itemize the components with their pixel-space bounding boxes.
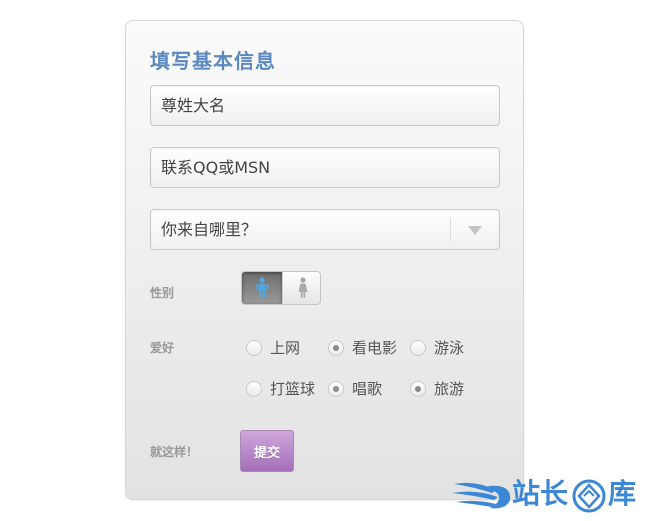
submit-label: 就这样！ bbox=[150, 445, 199, 459]
hobby-radio-checked[interactable] bbox=[410, 381, 426, 397]
contact-field[interactable]: 联系QQ或MSN bbox=[150, 147, 500, 188]
radio-dot bbox=[333, 345, 339, 351]
form-card: 填写基本信息 尊姓大名 联系QQ或MSN 你来自哪里？ 性别 爱好 上网 看电影… bbox=[125, 20, 524, 500]
gender-female-button[interactable] bbox=[282, 272, 320, 304]
radio-dot bbox=[333, 386, 339, 392]
chevron-down-icon[interactable] bbox=[468, 226, 482, 235]
hobby-option[interactable]: 游泳 bbox=[410, 339, 474, 359]
gender-toggle bbox=[241, 271, 321, 305]
hobby-label: 爱好 bbox=[150, 341, 175, 355]
hobby-option[interactable]: 唱歌 bbox=[328, 380, 392, 400]
hobby-radio[interactable] bbox=[246, 340, 262, 356]
hobby-radio[interactable] bbox=[246, 381, 262, 397]
hobby-radio[interactable] bbox=[410, 340, 426, 356]
form-title: 填写基本信息 bbox=[150, 49, 276, 73]
name-field[interactable]: 尊姓大名 bbox=[150, 85, 500, 126]
name-field-value: 尊姓大名 bbox=[161, 96, 226, 115]
hobby-option[interactable]: 上网 bbox=[246, 339, 310, 359]
submit-button[interactable]: 提交 bbox=[240, 430, 294, 472]
radio-dot bbox=[415, 386, 421, 392]
hobby-option-label: 打篮球 bbox=[270, 380, 316, 398]
hobby-option-label: 游泳 bbox=[434, 339, 465, 357]
hobby-option-label: 看电影 bbox=[352, 339, 398, 357]
hobby-radio-checked[interactable] bbox=[328, 340, 344, 356]
hobby-option[interactable]: 旅游 bbox=[410, 380, 474, 400]
contact-field-value: 联系QQ或MSN bbox=[161, 158, 271, 177]
watermark-logo: 站长 库 bbox=[452, 476, 642, 516]
select-divider bbox=[450, 218, 451, 242]
male-icon bbox=[255, 277, 269, 298]
diamond-logo-icon bbox=[572, 479, 606, 513]
page: 填写基本信息 尊姓大名 联系QQ或MSN 你来自哪里？ 性别 爱好 上网 看电影… bbox=[0, 0, 650, 521]
region-select[interactable]: 你来自哪里？ bbox=[150, 209, 500, 250]
gender-male-button[interactable] bbox=[242, 272, 282, 304]
hobby-option-label: 唱歌 bbox=[352, 380, 383, 398]
feather-wings-icon bbox=[452, 482, 511, 509]
region-select-value: 你来自哪里？ bbox=[161, 220, 258, 239]
hobby-radio-checked[interactable] bbox=[328, 381, 344, 397]
watermark-brand-part-2: 库 bbox=[608, 477, 637, 510]
female-icon bbox=[298, 277, 308, 298]
hobby-option-label: 旅游 bbox=[434, 380, 465, 398]
hobby-option[interactable]: 打篮球 bbox=[246, 380, 326, 400]
gender-label: 性别 bbox=[150, 286, 175, 300]
hobby-option[interactable]: 看电影 bbox=[328, 339, 408, 359]
hobby-option-label: 上网 bbox=[270, 339, 301, 357]
watermark-brand-part-1: 站长 bbox=[512, 477, 569, 510]
